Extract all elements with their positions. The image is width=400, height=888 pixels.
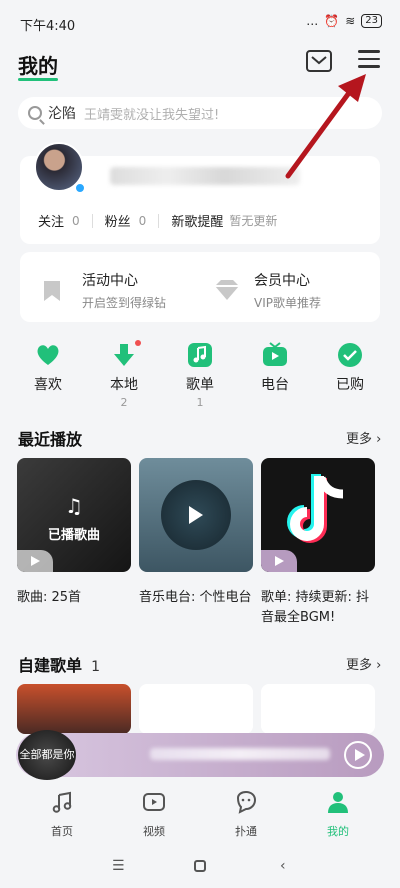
follow-count: 0 xyxy=(72,213,80,228)
status-time: 下午4:40 xyxy=(20,19,76,34)
status-icons: … ⏰ ≋ 23 xyxy=(306,14,382,28)
quick-purchased-label: 已购 xyxy=(336,377,364,393)
quick-favorite-label: 喜欢 xyxy=(34,377,62,393)
quick-favorite[interactable]: 喜欢 xyxy=(18,342,78,396)
quick-playlist-count: 1 xyxy=(196,396,204,409)
activity-center-title: 活动中心 xyxy=(82,273,138,289)
flag-icon xyxy=(44,280,60,301)
search-icon xyxy=(28,106,42,120)
recent-cover-radio[interactable] xyxy=(139,458,253,572)
chevron-right-icon: › xyxy=(372,432,382,447)
tab-video[interactable]: 视频 xyxy=(124,790,184,839)
playlist-cover-1[interactable] xyxy=(17,684,131,734)
center-card: 活动中心 开启签到得绿钻 会员中心 VIP歌单推荐 xyxy=(20,252,380,322)
tab-video-label: 视频 xyxy=(143,825,165,838)
profile-stats: 关注 0 粉丝 0 新歌提醒 暂无更新 xyxy=(38,211,277,230)
member-center-title: 会员中心 xyxy=(254,273,310,289)
video-icon xyxy=(143,793,165,811)
heart-icon xyxy=(35,342,61,368)
tab-putong[interactable]: 扑通 xyxy=(216,790,276,839)
quick-radio[interactable]: 电台 xyxy=(245,342,305,396)
member-center[interactable]: 会员中心 VIP歌单推荐 xyxy=(212,270,321,311)
music-note-icon xyxy=(52,791,72,813)
signal-icon: … xyxy=(306,14,319,28)
tab-home-label: 首页 xyxy=(51,825,73,838)
quick-local[interactable]: 本地 2 xyxy=(94,340,154,409)
activity-center[interactable]: 活动中心 开启签到得绿钻 xyxy=(40,270,166,311)
tab-putong-label: 扑通 xyxy=(235,825,257,838)
recent-cover-playlist[interactable] xyxy=(261,458,375,572)
recent-caption-songs: 歌曲: 25首 xyxy=(17,590,82,605)
chat-face-icon xyxy=(236,790,257,814)
play-icon[interactable] xyxy=(261,550,297,572)
title-underline xyxy=(18,78,58,81)
fans-label[interactable]: 粉丝 xyxy=(105,211,131,230)
search-keyword: 沦陷 xyxy=(48,106,76,122)
playlists-header: 自建歌单 1 xyxy=(18,652,100,676)
quick-purchased[interactable]: 已购 xyxy=(320,342,380,396)
back-icon[interactable]: ‹ xyxy=(280,858,286,874)
playlists-title: 自建歌单 xyxy=(18,656,83,675)
menu-button[interactable] xyxy=(358,50,380,72)
menu-icon xyxy=(358,50,380,53)
chevron-right-icon: › xyxy=(372,658,382,673)
mail-button[interactable] xyxy=(306,50,332,72)
quick-playlist[interactable]: 歌单 1 xyxy=(170,342,230,409)
person-icon xyxy=(328,792,348,813)
quick-local-label: 本地 xyxy=(110,377,138,393)
divider xyxy=(91,213,93,228)
tab-mine[interactable]: 我的 xyxy=(308,790,368,839)
verified-badge-icon xyxy=(74,182,86,194)
quick-local-count: 2 xyxy=(120,396,128,409)
username-redacted xyxy=(110,167,300,185)
recent-caption-playlist: 歌单: 持续更新: 抖音最全BGM! xyxy=(261,590,370,625)
check-circle-icon xyxy=(337,342,363,368)
play-icon[interactable] xyxy=(189,506,203,524)
mail-icon xyxy=(311,56,327,65)
mini-player-title-redacted xyxy=(150,748,330,760)
search-hint: 王靖雯就没让我失望过! xyxy=(84,107,220,123)
mini-player-cover[interactable]: 全部都是你 xyxy=(18,730,76,780)
mini-play-button[interactable] xyxy=(344,741,372,769)
new-dot xyxy=(135,340,141,346)
download-icon xyxy=(111,340,141,368)
quick-playlist-label: 歌单 xyxy=(186,377,214,393)
tiktok-logo-icon xyxy=(287,474,344,543)
fans-count: 0 xyxy=(138,213,147,228)
diamond-icon xyxy=(215,279,239,300)
follow-label[interactable]: 关注 xyxy=(38,211,64,230)
annotation-arrow xyxy=(285,74,366,179)
playlist-cover-2[interactable] xyxy=(139,684,253,734)
battery-icon: 23 xyxy=(361,14,382,28)
recent-more-button[interactable]: 更多 › xyxy=(346,428,381,447)
recent-title: 最近播放 xyxy=(18,430,83,449)
quick-radio-label: 电台 xyxy=(261,377,289,393)
divider xyxy=(158,213,160,228)
alarm-icon: ⏰ xyxy=(324,14,340,28)
recent-caption-radio: 音乐电台: 个性电台 xyxy=(139,590,252,605)
page-title: 我的 xyxy=(18,54,58,78)
tab-home[interactable]: 首页 xyxy=(32,790,92,839)
new-song-label[interactable]: 新歌提醒 xyxy=(171,211,223,230)
playlists-count: 1 xyxy=(91,659,101,675)
cover-text: 已播歌曲 xyxy=(47,528,100,543)
music-note-icon xyxy=(187,342,213,368)
home-button-icon[interactable] xyxy=(194,860,206,872)
new-song-status: 暂无更新 xyxy=(229,214,278,228)
tv-icon xyxy=(262,342,288,368)
playlist-cover-3[interactable] xyxy=(261,684,375,734)
activity-center-sub: 开启签到得绿钻 xyxy=(82,296,167,310)
recent-cover-songs[interactable]: ♫ 已播歌曲 xyxy=(17,458,131,572)
recent-apps-icon[interactable]: ☰ xyxy=(112,858,125,874)
recent-more-label: 更多 xyxy=(346,432,373,447)
music-note-icon: ♫ xyxy=(65,494,83,518)
member-center-sub: VIP歌单推荐 xyxy=(254,296,321,310)
wifi-icon: ≋ xyxy=(345,14,356,28)
playlists-more-button[interactable]: 更多 › xyxy=(346,654,381,673)
tab-mine-label: 我的 xyxy=(327,825,349,838)
play-icon[interactable] xyxy=(17,550,53,572)
playlists-more-label: 更多 xyxy=(346,658,373,673)
